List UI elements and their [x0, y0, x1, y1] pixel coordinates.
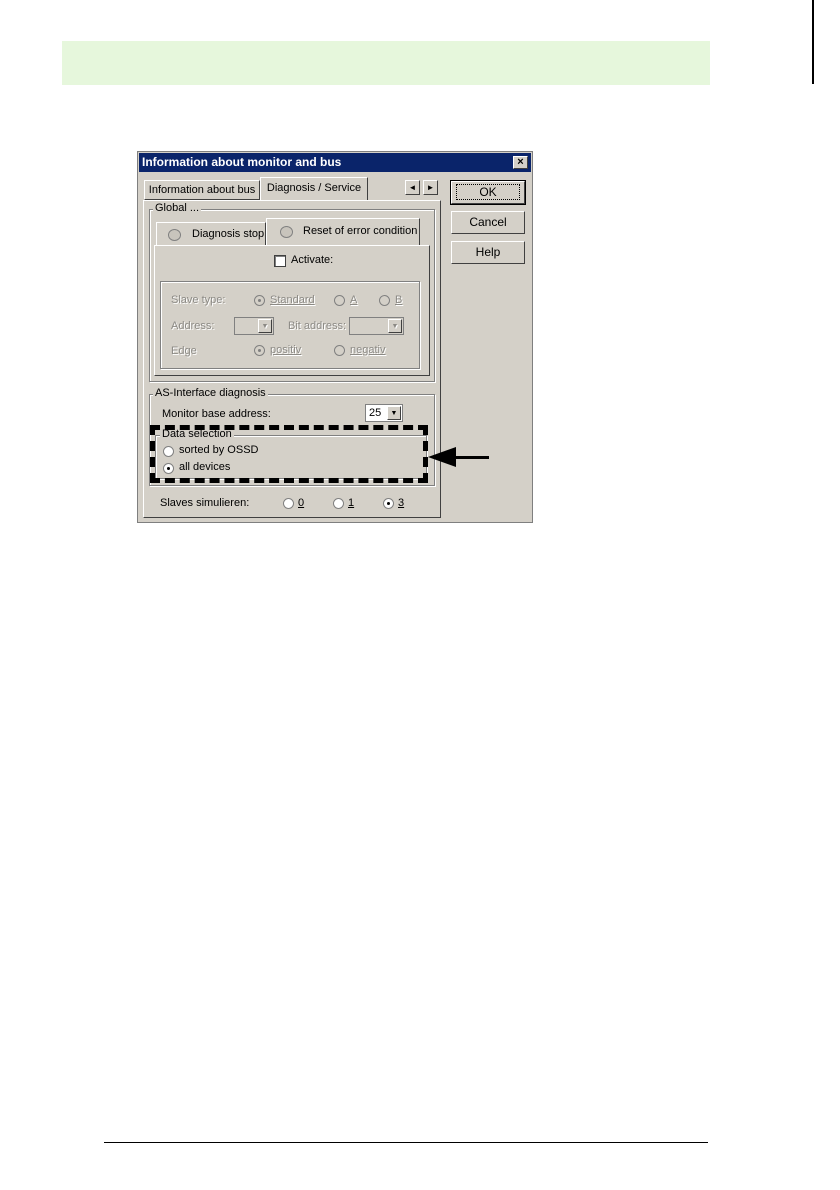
- disk-icon: [168, 229, 181, 241]
- tab-label: Information about bus: [148, 184, 256, 196]
- slave-type-b-label: B: [395, 294, 403, 306]
- edge-positiv-label: positiv: [270, 344, 302, 356]
- slave-type-a-radio[interactable]: [334, 295, 345, 306]
- dialog-title: Information about monitor and bus: [142, 155, 342, 169]
- bit-address-combo[interactable]: ▼: [349, 317, 404, 335]
- radio-dot: [387, 502, 390, 505]
- title-bar: Information about monitor and bus ×: [139, 153, 531, 172]
- slaves-simulieren-label: Slaves simulieren:: [160, 497, 250, 509]
- radio-dot: [258, 299, 261, 302]
- edge-negativ-radio[interactable]: [334, 345, 345, 356]
- highlight-box: [150, 425, 428, 483]
- address-label: Address:: [171, 320, 215, 332]
- activate-label: Activate:: [291, 254, 334, 266]
- chevron-down-icon[interactable]: ▼: [387, 406, 401, 420]
- tab-diagnosis-service[interactable]: Diagnosis / Service: [260, 177, 368, 201]
- slaves-3-radio[interactable]: [383, 498, 394, 509]
- monitor-base-address-combo[interactable]: 25 ▼: [365, 404, 403, 422]
- subtab-reset-error-condition[interactable]: Reset of error condition: [266, 218, 420, 246]
- tab-scroll-left-button[interactable]: ◄: [405, 180, 420, 195]
- header-band: [62, 41, 710, 85]
- ok-button[interactable]: OK: [450, 180, 526, 205]
- arrow-icon: [428, 447, 456, 467]
- disk-icon: [280, 226, 293, 238]
- radio-dot: [258, 349, 261, 352]
- tab-label: Diagnosis / Service: [266, 182, 362, 194]
- tab-scroll-right-button[interactable]: ►: [423, 180, 438, 195]
- activate-checkbox[interactable]: [274, 255, 286, 267]
- cancel-label: Cancel: [469, 215, 507, 229]
- cancel-button[interactable]: Cancel: [451, 211, 525, 234]
- edge-label: Edge: [171, 345, 197, 357]
- edge-negativ-label: negativ: [350, 344, 386, 356]
- help-label: Help: [475, 245, 501, 259]
- margin-line: [812, 0, 814, 84]
- close-button[interactable]: ×: [513, 156, 528, 169]
- slaves-3-label: 3: [398, 497, 405, 509]
- footer-rule: [104, 1142, 708, 1143]
- ok-label: OK: [456, 184, 520, 200]
- monitor-base-address-label: Monitor base address:: [162, 408, 271, 420]
- global-group-label: Global ...: [153, 202, 202, 214]
- slaves-0-label: 0: [298, 497, 305, 509]
- help-button[interactable]: Help: [451, 241, 525, 264]
- monitor-base-address-value: 25: [369, 407, 382, 419]
- address-combo[interactable]: ▼: [234, 317, 274, 335]
- arrow-shaft: [455, 456, 489, 459]
- slave-type-a-label: A: [350, 294, 358, 306]
- chevron-down-icon[interactable]: ▼: [258, 319, 272, 333]
- arrow-left-icon: ◄: [408, 183, 417, 192]
- slaves-1-label: 1: [348, 497, 355, 509]
- edge-positiv-radio[interactable]: [254, 345, 265, 356]
- as-interface-group-label: AS-Interface diagnosis: [153, 387, 268, 399]
- chevron-down-icon[interactable]: ▼: [388, 319, 402, 333]
- slave-type-standard-label: Standard: [270, 294, 315, 306]
- slave-type-label: Slave type:: [171, 294, 226, 306]
- subtab-label: Diagnosis stop: [192, 228, 265, 240]
- slaves-1-radio[interactable]: [333, 498, 344, 509]
- subtab-label: Reset of error condition: [303, 225, 418, 237]
- arrow-right-icon: ►: [426, 183, 435, 192]
- slaves-0-radio[interactable]: [283, 498, 294, 509]
- slave-type-b-radio[interactable]: [379, 295, 390, 306]
- tab-information-about-bus[interactable]: Information about bus: [144, 180, 260, 200]
- bit-address-label: Bit address:: [288, 320, 347, 332]
- slave-type-standard-radio[interactable]: [254, 295, 265, 306]
- subtab-diagnosis-stop[interactable]: Diagnosis stop: [156, 222, 266, 246]
